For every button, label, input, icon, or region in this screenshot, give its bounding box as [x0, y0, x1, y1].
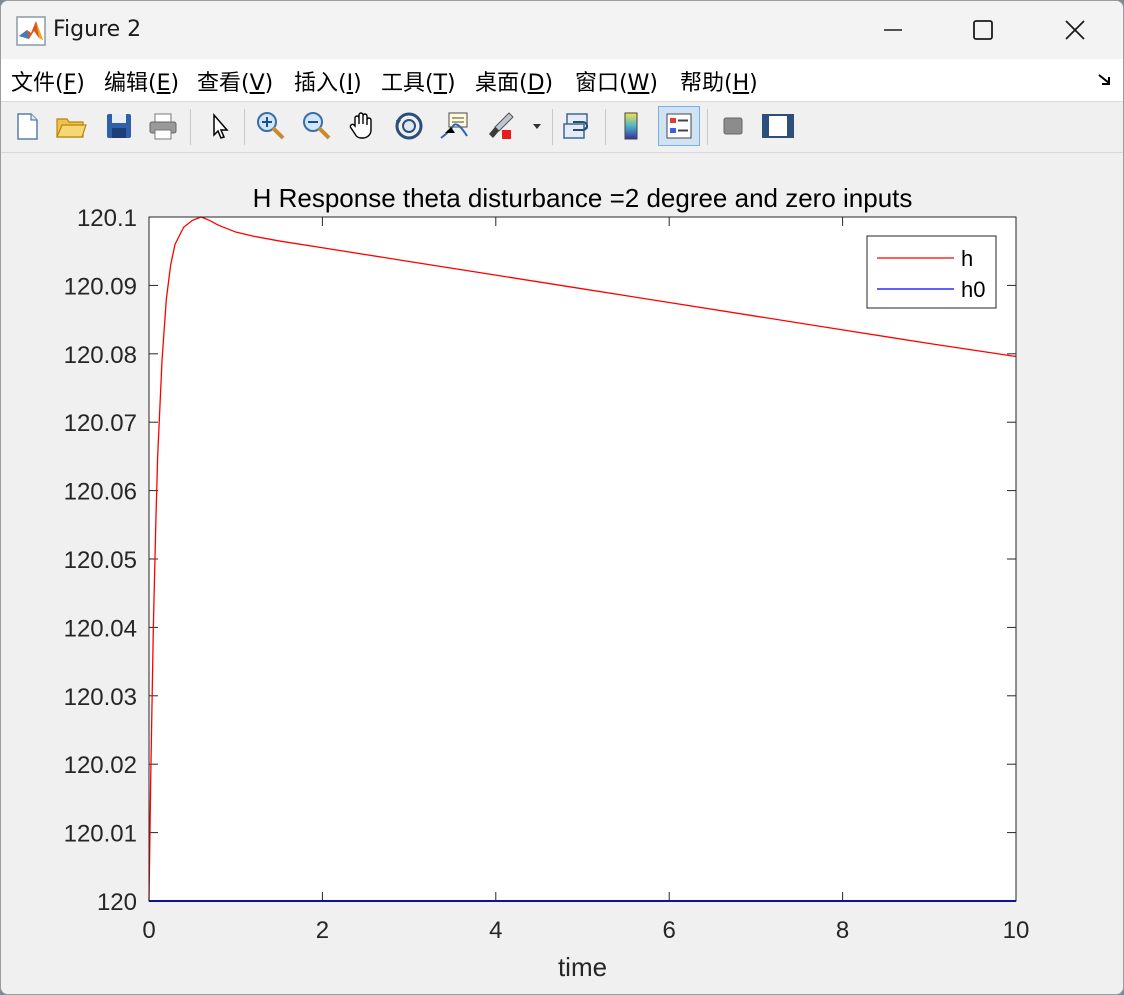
hide-plot-tools-icon — [723, 117, 743, 135]
show-plot-tools-icon — [762, 114, 794, 138]
menu-window[interactable]: 窗口(W) — [575, 65, 658, 97]
minimize-icon — [884, 29, 902, 31]
axes-background — [149, 217, 1016, 901]
menu-view[interactable]: 查看(V) — [197, 65, 273, 97]
rotate-3d-button[interactable] — [391, 108, 427, 144]
pan-button[interactable] — [345, 108, 381, 144]
dock-arrow-icon[interactable] — [1097, 72, 1113, 88]
chart-title: H Response theta disturbance =2 degree a… — [253, 183, 913, 213]
pointer-icon — [213, 112, 229, 139]
legend-icon — [666, 113, 692, 139]
y-tick-label: 120.08 — [64, 342, 137, 369]
edit-plot-button[interactable] — [201, 108, 237, 144]
toolbar-separator — [707, 109, 708, 145]
maximize-button[interactable] — [937, 1, 1029, 59]
y-tick-label: 120.07 — [64, 410, 137, 437]
menu-bar: 文件(F) 编辑(E) 查看(V) 插入(I) 工具(T) 桌面(D) 窗口(W… — [1, 59, 1123, 102]
toolbar-separator — [190, 109, 191, 145]
plot: H Response theta disturbance =2 degree a… — [64, 183, 1030, 982]
rotate-3d-icon — [395, 112, 423, 140]
legend-label-h0: h0 — [961, 277, 985, 302]
minimize-button[interactable] — [847, 1, 939, 59]
menu-tools[interactable]: 工具(T) — [381, 65, 456, 97]
x-tick-label: 10 — [1003, 917, 1030, 944]
new-file-icon — [17, 113, 38, 140]
close-button[interactable] — [1029, 1, 1121, 59]
menu-file[interactable]: 文件(F) — [11, 65, 85, 97]
maximize-icon — [973, 20, 993, 40]
x-tick-label: 8 — [836, 917, 849, 944]
legend-label-h: h — [961, 246, 973, 271]
save-button[interactable] — [101, 108, 137, 144]
window-title: Figure 2 — [53, 17, 142, 42]
close-icon — [1065, 20, 1085, 40]
save-icon — [107, 114, 131, 138]
brush-icon — [489, 112, 514, 139]
data-cursor-icon — [440, 112, 468, 139]
open-button[interactable] — [53, 108, 89, 144]
brush-button[interactable] — [483, 108, 519, 144]
new-figure-button[interactable] — [9, 108, 45, 144]
insert-legend-button[interactable] — [658, 106, 700, 146]
title-bar[interactable]: Figure 2 — [1, 1, 1123, 59]
axes[interactable]: H Response theta disturbance =2 degree a… — [64, 183, 1030, 982]
y-tick-label: 120.1 — [77, 205, 137, 232]
toolbar-separator — [605, 109, 606, 145]
link-plot-icon — [563, 113, 588, 139]
figure-canvas[interactable]: H Response theta disturbance =2 degree a… — [1, 153, 1123, 994]
colorbar-icon — [624, 112, 638, 140]
matlab-logo-icon — [16, 16, 46, 46]
menu-help[interactable]: 帮助(H) — [680, 65, 758, 97]
x-tick-label: 0 — [142, 917, 155, 944]
toolbar — [1, 102, 1123, 153]
insert-colorbar-button[interactable] — [613, 108, 649, 144]
x-axis-label: time — [558, 952, 607, 982]
y-tick-label: 120.02 — [64, 752, 137, 779]
print-icon — [149, 113, 177, 140]
y-tick-label: 120.01 — [64, 821, 137, 848]
hide-plot-tools-button[interactable] — [715, 108, 751, 144]
x-tick-label: 2 — [316, 917, 329, 944]
data-cursor-button[interactable] — [437, 108, 473, 144]
zoom-out-button[interactable] — [299, 108, 335, 144]
menu-edit[interactable]: 编辑(E) — [104, 65, 179, 97]
show-plot-tools-button[interactable] — [760, 108, 796, 144]
chevron-down-icon — [533, 124, 541, 129]
toolbar-separator — [244, 109, 245, 145]
y-tick-label: 120.09 — [64, 273, 137, 300]
link-plot-button[interactable] — [560, 108, 596, 144]
zoom-in-button[interactable] — [253, 108, 289, 144]
toolbar-separator — [552, 109, 553, 145]
y-tick-label: 120 — [97, 889, 137, 916]
print-button[interactable] — [145, 108, 181, 144]
menu-insert[interactable]: 插入(I) — [294, 65, 362, 97]
pan-hand-icon — [349, 112, 372, 139]
y-tick-label: 120.05 — [64, 547, 137, 574]
y-tick-label: 120.03 — [64, 684, 137, 711]
menu-desktop[interactable]: 桌面(D) — [475, 65, 553, 97]
zoom-out-icon — [303, 112, 331, 140]
open-folder-icon — [56, 118, 87, 138]
x-tick-label: 4 — [489, 917, 502, 944]
brush-dropdown-button[interactable] — [528, 108, 546, 144]
y-tick-label: 120.04 — [64, 615, 137, 642]
x-tick-label: 6 — [663, 917, 676, 944]
y-tick-label: 120.06 — [64, 479, 137, 506]
zoom-in-icon — [257, 112, 285, 140]
figure-window: Figure 2 文件(F) 编辑(E) 查看(V) 插入(I) 工具(T) 桌… — [0, 0, 1124, 995]
